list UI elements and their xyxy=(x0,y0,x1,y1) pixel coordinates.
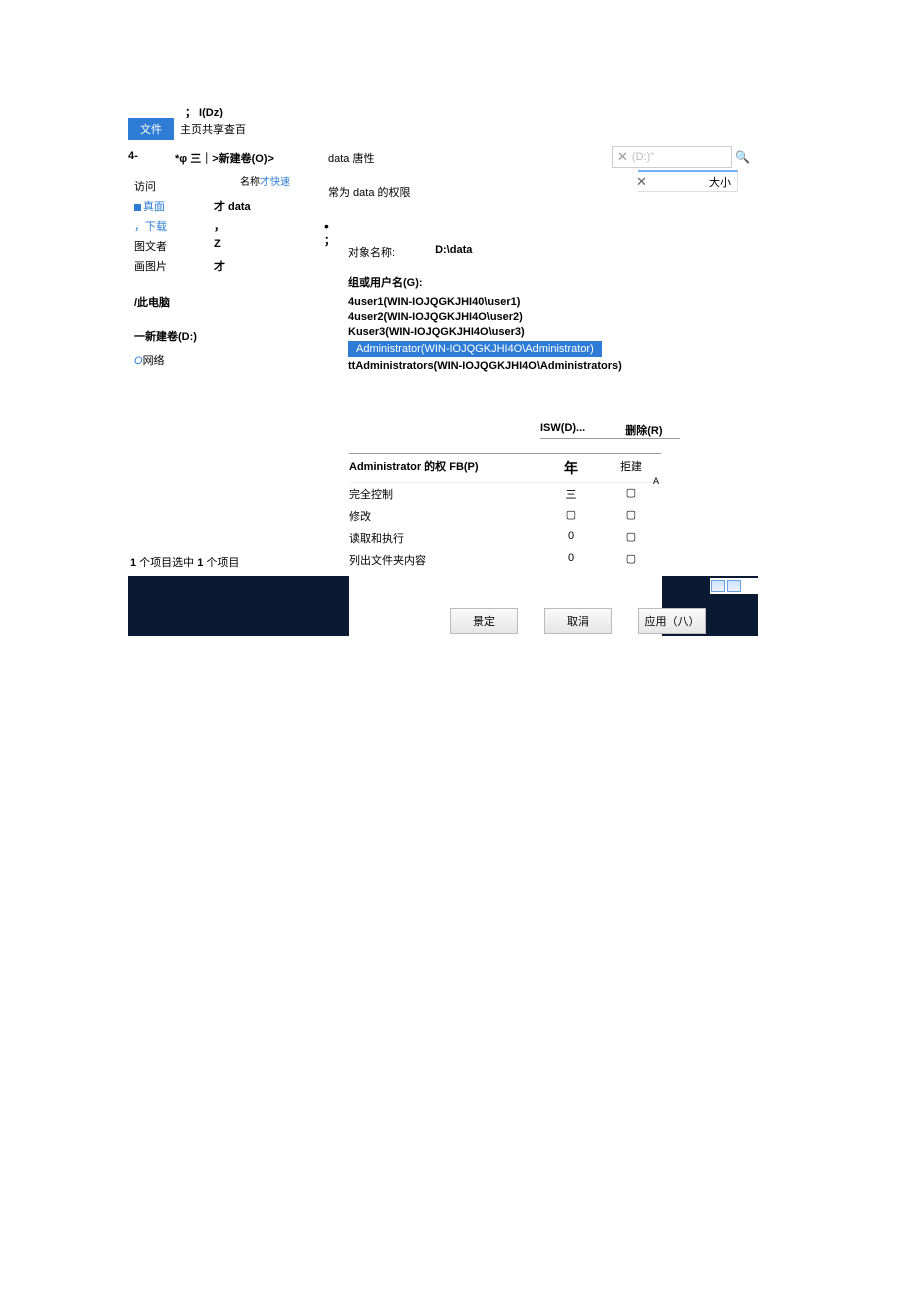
sidebar-item-pictures[interactable]: 画图片 才 xyxy=(134,256,254,276)
user-list-item-selected[interactable]: Administrator(WIN-IOJQGKJHI4O\Administra… xyxy=(348,341,602,357)
user-list-item[interactable]: 4user2(WIN-IOJQGKJHI4O\user2) xyxy=(348,311,663,323)
sidebar-item-downloads[interactable]: ，下载 ， xyxy=(134,216,254,236)
perm-deny-checkbox[interactable]: ▢ xyxy=(601,530,661,546)
user-list-item[interactable]: ttAdministrators(WIN-IOJQGKJHI4O\Adminis… xyxy=(348,360,663,372)
col-name-link: 才快速 xyxy=(260,177,290,188)
perm-label: 修改 xyxy=(349,508,541,524)
corner-mark-a: A xyxy=(653,476,659,486)
perm-deny-checkbox[interactable]: ▢ xyxy=(601,552,661,568)
sidebar-item-label: 真面 xyxy=(134,198,165,214)
desktop-text: 真面 xyxy=(143,201,165,213)
cancel-button[interactable]: 取涓 xyxy=(544,608,612,634)
perm-header-deny: 拒建 xyxy=(601,458,661,478)
perm-allow-checkbox[interactable]: ▢ xyxy=(541,508,601,524)
size-label: 大小 xyxy=(709,174,731,190)
status-text: 个项目选中 xyxy=(136,557,197,569)
nav-pane: 访问 真面 才 data ，下载 ， 图文者 Z 画图片 才 /此电脑 一新建卷… xyxy=(134,176,254,368)
breadcrumb[interactable]: *φ 三｜>新建卷(O)> xyxy=(175,150,274,166)
sidebar-item-newvolume[interactable]: 一新建卷(D:) xyxy=(134,328,254,344)
perm-header-allow: 年 xyxy=(541,458,601,478)
sidebar-item-label: 访问 xyxy=(134,178,156,194)
apply-button[interactable]: 应用（八） xyxy=(638,608,706,634)
search-icon[interactable]: 🔍 xyxy=(735,150,750,164)
add-button[interactable]: ISW(D)... xyxy=(540,422,585,438)
ok-button[interactable]: 景定 xyxy=(450,608,518,634)
sidebar-item-quickaccess[interactable]: 访问 xyxy=(134,176,254,196)
sidebar-col2: 才 xyxy=(214,258,254,274)
square-icon xyxy=(134,204,141,211)
object-name-label: 对象名称: xyxy=(348,244,395,260)
sidebar-col2: Z xyxy=(214,238,254,254)
sidebar-col2: ， xyxy=(214,218,254,234)
sidebar-col2 xyxy=(214,178,254,194)
permissions-table: Administrator 的权 FB(P) 年 拒建 A 完全控制 三 ▢ 修… xyxy=(349,453,661,588)
perm-allow-checkbox[interactable]: 0 xyxy=(541,530,601,546)
dialog-button-row: 景定 取涓 应用（八） xyxy=(450,608,706,634)
remove-button[interactable]: 删除(R) xyxy=(625,422,662,438)
status-bar: 1 个项目选中 1 个项目 xyxy=(130,554,239,570)
group-user-label: 组或用户名(G): xyxy=(348,274,663,290)
perm-allow-checkbox[interactable]: 0 xyxy=(541,552,601,568)
network-label: 网络 xyxy=(143,355,165,367)
nav-back[interactable]: 4- xyxy=(128,150,138,162)
sidebar-item-label: 画图片 xyxy=(134,258,167,274)
sidebar-item-label: 图文者 xyxy=(134,238,167,254)
object-name-value: D:\data xyxy=(435,244,472,260)
sidebar-item-documents[interactable]: 图文者 Z xyxy=(134,236,254,256)
sidebar-item-thispc[interactable]: /此电脑 xyxy=(134,294,254,310)
tab-home-share-view[interactable]: 主页共享查百 xyxy=(174,118,252,140)
perm-deny-checkbox[interactable]: ▢ xyxy=(601,486,661,502)
perm-header-name: Administrator 的权 FB(P) xyxy=(349,458,541,478)
sidebar-item-label: ，下载 xyxy=(134,218,167,234)
user-list-item[interactable]: 4user1(WIN-IOJQGKJHI40\user1) xyxy=(348,296,663,308)
icons-view-icon[interactable] xyxy=(727,580,741,592)
sidebar-item-desktop[interactable]: 真面 才 data xyxy=(134,196,254,216)
user-list-item[interactable]: Kuser3(WIN-IOJQGKJHI4O\user3) xyxy=(348,326,663,338)
perm-label: 列出文件夹内容 xyxy=(349,552,541,568)
button-underline xyxy=(540,438,680,439)
properties-dialog: data 唐性 常为 data 的权限 对象名称: D:\data 组或用户名(… xyxy=(328,150,663,375)
details-view-icon[interactable] xyxy=(711,580,725,592)
perm-allow-checkbox[interactable]: 三 xyxy=(541,486,601,502)
tab-file[interactable]: 文件 xyxy=(128,118,174,140)
status-tail: 个项目 xyxy=(203,557,239,569)
perm-label: 读取和执行 xyxy=(349,530,541,546)
dialog-subtitle: 常为 data 的权限 xyxy=(328,184,663,200)
ribbon-tabs: 文件 主页共享查百 xyxy=(128,118,252,140)
perm-deny-checkbox[interactable]: ▢ xyxy=(601,508,661,524)
view-mode-switch[interactable] xyxy=(710,578,758,594)
perm-label: 完全控制 xyxy=(349,486,541,502)
sidebar-col2: 才 data xyxy=(214,198,254,214)
globe-icon: O xyxy=(134,355,143,367)
sidebar-item-network[interactable]: O网络 xyxy=(134,352,254,368)
dialog-title: data 唐性 xyxy=(328,150,663,166)
